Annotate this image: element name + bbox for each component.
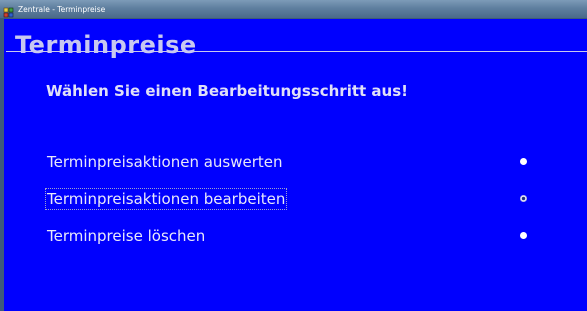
option-label[interactable]: Terminpreisaktionen auswerten bbox=[46, 152, 284, 172]
application-window: Zentrale - Terminpreise Terminpreise Wäh… bbox=[0, 0, 587, 311]
window-title: Zentrale - Terminpreise bbox=[18, 4, 106, 14]
title-divider bbox=[6, 51, 587, 52]
radio-button[interactable] bbox=[520, 232, 527, 239]
radio-button-selected[interactable] bbox=[520, 195, 527, 202]
radio-button[interactable] bbox=[520, 158, 527, 165]
instruction-text: Wählen Sie einen Bearbeitungsschritt aus… bbox=[46, 82, 408, 100]
option-edit-campaigns[interactable]: Terminpreisaktionen bearbeiten bbox=[44, 188, 527, 211]
option-evaluate-campaigns[interactable]: Terminpreisaktionen auswerten bbox=[46, 152, 527, 174]
titlebar[interactable]: Zentrale - Terminpreise bbox=[0, 0, 587, 18]
option-label[interactable]: Terminpreise löschen bbox=[46, 226, 206, 246]
option-label[interactable]: Terminpreisaktionen bearbeiten bbox=[44, 188, 288, 210]
app-icon[interactable] bbox=[3, 3, 15, 18]
page-title: Terminpreise bbox=[15, 31, 197, 59]
option-delete-prices[interactable]: Terminpreise löschen bbox=[46, 226, 527, 248]
